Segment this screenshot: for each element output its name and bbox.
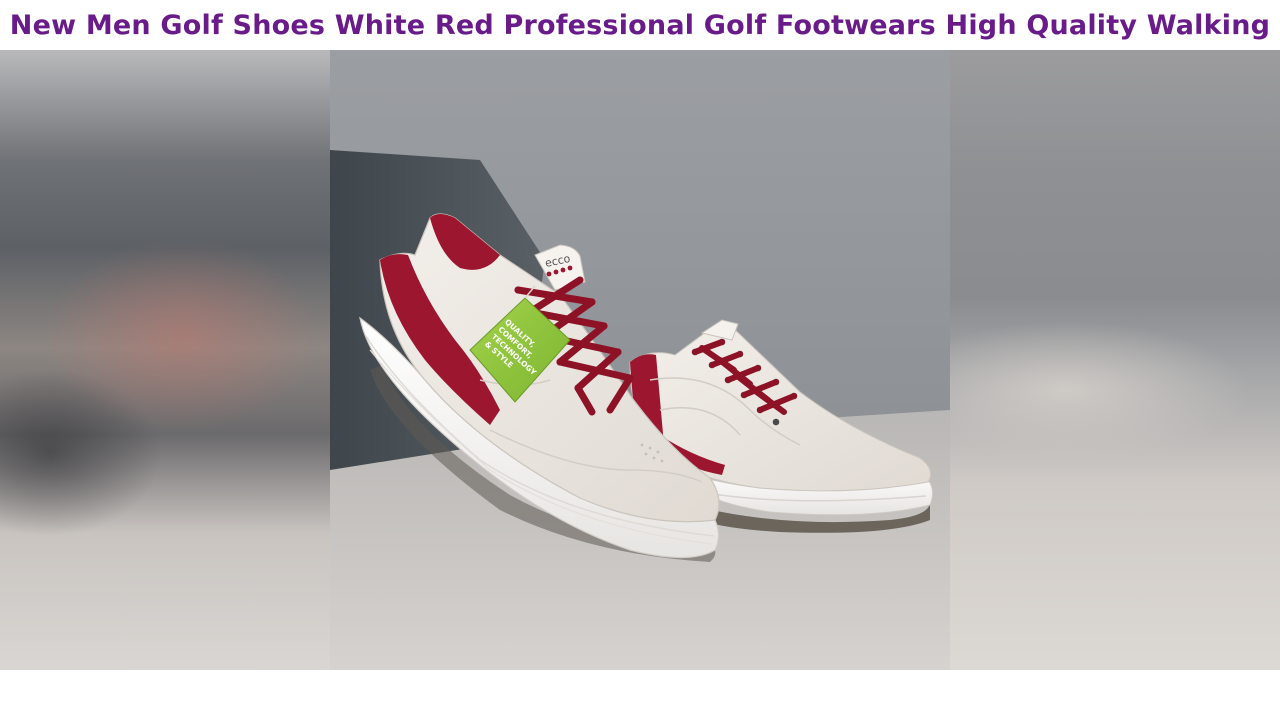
blurred-backdrop-right	[950, 50, 1280, 670]
blurred-backdrop-left	[0, 50, 330, 670]
title-bar: New Men Golf Shoes White Red Professiona…	[0, 0, 1280, 50]
product-photo: ecco QUALITY, COMFORT, TECHNOLOGY & STYL…	[330, 50, 950, 670]
video-stage: ecco QUALITY, COMFORT, TECHNOLOGY & STYL…	[0, 50, 1280, 670]
video-frame: New Men Golf Shoes White Red Professiona…	[0, 0, 1280, 720]
video-title: New Men Golf Shoes White Red Professiona…	[9, 9, 1271, 41]
